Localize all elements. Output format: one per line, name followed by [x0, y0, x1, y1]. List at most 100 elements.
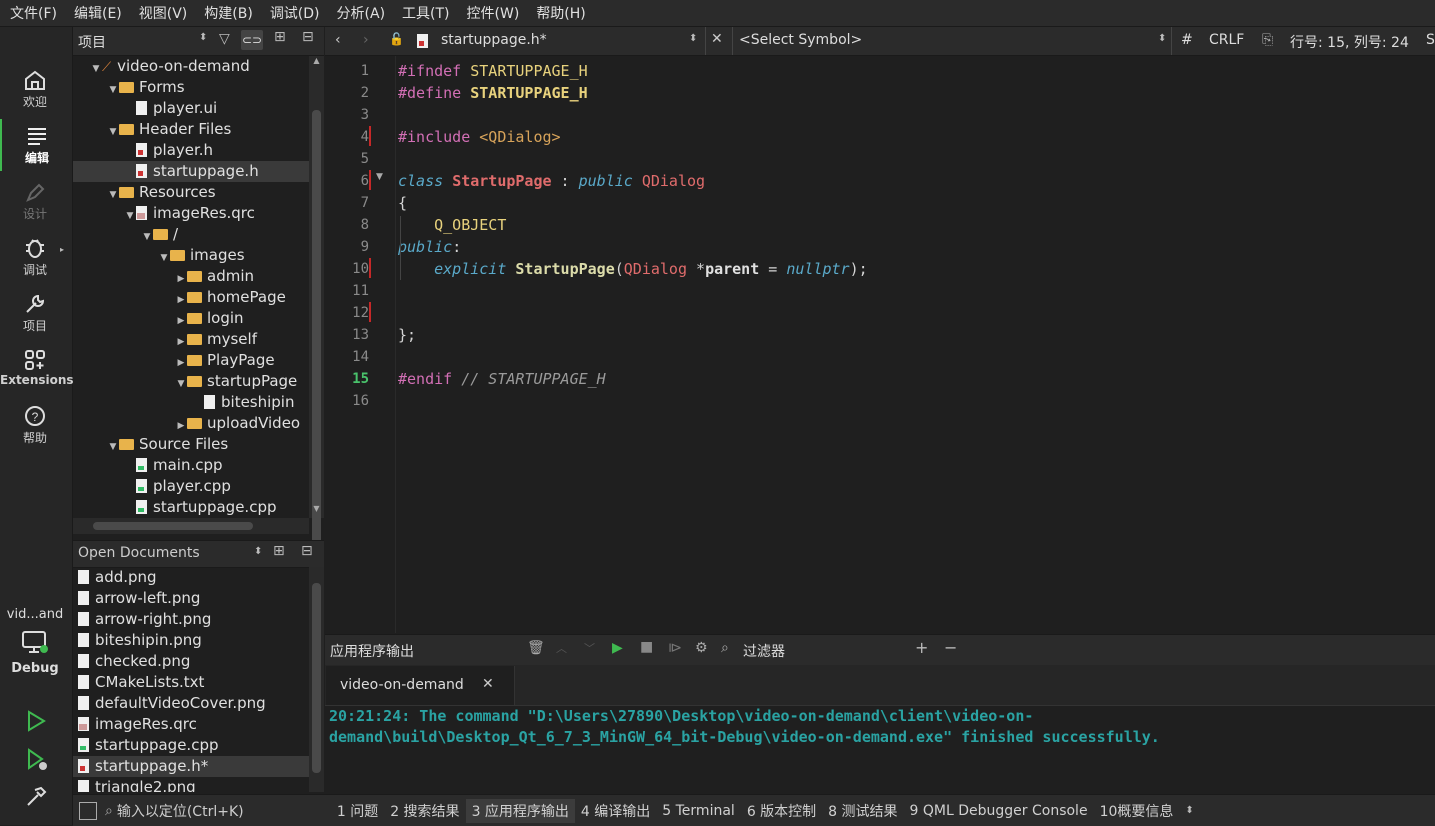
pane-tab-test-results[interactable]: 8 测试结果: [822, 799, 903, 823]
scroll-thumb[interactable]: [312, 583, 321, 773]
tree-item[interactable]: ▼ ⟋ video-on-demand: [73, 56, 309, 77]
open-document-item[interactable]: defaultVideoCover.png: [73, 693, 309, 714]
menu-debug[interactable]: 调试(D): [260, 3, 327, 23]
symbol-selector-arrows-icon[interactable]: ⬍: [1158, 33, 1166, 44]
more-tabs-arrows-icon[interactable]: ⬍: [1185, 805, 1193, 816]
tree-item[interactable]: player.cpp: [73, 476, 309, 497]
tree-item[interactable]: ▶ admin: [73, 266, 309, 287]
open-document-item[interactable]: startuppage.cpp: [73, 735, 309, 756]
attach-debugger-icon[interactable]: ⧐: [668, 640, 682, 656]
debug-run-button[interactable]: [24, 747, 50, 777]
scroll-up-icon[interactable]: ▲: [309, 56, 324, 70]
tree-item[interactable]: ▼ Header Files: [73, 119, 309, 140]
pane-tab-issues[interactable]: 1 问题: [331, 799, 384, 823]
open-document-item[interactable]: startuppage.h*: [73, 756, 309, 777]
split-icon[interactable]: ⊞: [274, 29, 286, 45]
pane-tab-summary[interactable]: 10概要信息: [1094, 799, 1180, 823]
code-editor[interactable]: #ifndef STARTUPPAGE_H #define STARTUPPAG…: [398, 56, 1435, 633]
view-selector-arrows-icon[interactable]: ⬍: [199, 32, 207, 43]
nav-back-icon[interactable]: ‹: [335, 32, 341, 48]
menu-file[interactable]: 文件(F): [0, 3, 64, 23]
encoding-icon[interactable]: ⎘: [1262, 32, 1273, 48]
pane-tab-version-control[interactable]: 6 版本控制: [741, 799, 822, 823]
pane-tab-compile-output[interactable]: 4 编译输出: [575, 799, 656, 823]
tree-item[interactable]: ▶ PlayPage: [73, 350, 309, 371]
close-file-icon[interactable]: ✕: [711, 31, 723, 47]
pane-tab-qml-debugger[interactable]: 9 QML Debugger Console: [904, 801, 1094, 821]
open-document-item[interactable]: triangle2.png: [73, 777, 309, 792]
settings-icon[interactable]: ⚙: [695, 640, 708, 656]
tree-item[interactable]: ▼ startupPage: [73, 371, 309, 392]
build-button[interactable]: [24, 785, 48, 813]
open-document-item[interactable]: biteshipin.png: [73, 630, 309, 651]
scroll-down-icon[interactable]: ▼: [309, 504, 324, 518]
tree-item[interactable]: ▼ Forms: [73, 77, 309, 98]
pane-tab-search-results[interactable]: 2 搜索结果: [384, 799, 465, 823]
pane-tab-app-output[interactable]: 3 应用程序输出: [465, 798, 575, 823]
locator-input[interactable]: 输入以定位(Ctrl+K): [117, 801, 331, 821]
close-pane-icon[interactable]: ⊟: [302, 29, 314, 45]
open-document-item[interactable]: add.png: [73, 567, 309, 588]
mode-extensions[interactable]: Extensions: [0, 343, 74, 395]
filter-icon[interactable]: ▽: [219, 31, 230, 47]
link-icon[interactable]: ⊂⊃: [241, 30, 263, 50]
nav-forward-icon[interactable]: ›: [363, 32, 369, 48]
project-tree-hscrollbar[interactable]: [73, 518, 309, 534]
run-button[interactable]: [24, 709, 48, 737]
open-document-item[interactable]: arrow-left.png: [73, 588, 309, 609]
tree-item[interactable]: ▶ uploadVideo: [73, 413, 309, 434]
mode-design[interactable]: 设计: [0, 175, 70, 227]
open-documents-scrollbar[interactable]: [309, 567, 324, 792]
tree-item[interactable]: ▼ images: [73, 245, 309, 266]
open-document-item[interactable]: checked.png: [73, 651, 309, 672]
split-icon[interactable]: ⊞: [273, 543, 285, 559]
mode-help[interactable]: ? 帮助: [0, 399, 70, 451]
tree-item[interactable]: player.h: [73, 140, 309, 161]
tree-item[interactable]: player.ui: [73, 98, 309, 119]
tree-item[interactable]: ▶ login: [73, 308, 309, 329]
menu-tools[interactable]: 工具(T): [392, 3, 456, 23]
open-document-item[interactable]: imageRes.qrc: [73, 714, 309, 735]
open-document-item[interactable]: arrow-right.png: [73, 609, 309, 630]
tree-item[interactable]: ▼ /: [73, 224, 309, 245]
menu-view[interactable]: 视图(V): [129, 3, 195, 23]
open-document-item[interactable]: CMakeLists.txt: [73, 672, 309, 693]
tree-item[interactable]: ▼ Resources: [73, 182, 309, 203]
menu-analyze[interactable]: 分析(A): [327, 3, 393, 23]
add-icon[interactable]: +: [915, 638, 928, 657]
mode-welcome[interactable]: 欢迎: [0, 63, 70, 115]
stop-icon[interactable]: ■: [640, 639, 653, 655]
kit-selector[interactable]: Debug: [0, 629, 70, 685]
pane-tab-terminal[interactable]: 5 Terminal: [656, 801, 741, 821]
output-tab[interactable]: video-on-demand ✕: [326, 666, 515, 705]
minus-icon[interactable]: −: [944, 638, 957, 657]
scroll-thumb[interactable]: [312, 110, 321, 550]
file-selector-arrows-icon[interactable]: ⬍: [689, 33, 697, 44]
next-icon[interactable]: ﹀: [584, 640, 595, 656]
prev-icon[interactable]: ︿: [556, 640, 567, 656]
clear-icon[interactable]: 🗑: [527, 640, 545, 656]
tree-item[interactable]: ▼ imageRes.qrc: [73, 203, 309, 224]
menu-widgets[interactable]: 控件(W): [457, 3, 527, 23]
menu-build[interactable]: 构建(B): [194, 3, 260, 23]
menu-help[interactable]: 帮助(H): [526, 3, 592, 23]
cursor-position[interactable]: 行号: 15, 列号: 24: [1290, 32, 1409, 52]
mode-debug[interactable]: 调试 ▸: [0, 231, 70, 283]
hash-indicator[interactable]: #: [1181, 32, 1193, 48]
tree-item[interactable]: biteshipin: [73, 392, 309, 413]
mode-projects[interactable]: 项目: [0, 287, 70, 339]
symbol-selector[interactable]: <Select Symbol>: [739, 32, 862, 48]
tree-item[interactable]: startuppage.h: [73, 161, 309, 182]
mode-edit[interactable]: 编辑: [0, 119, 72, 171]
project-tree-scrollbar[interactable]: ▲ ▼: [309, 56, 324, 550]
close-tab-icon[interactable]: ✕: [482, 676, 494, 692]
tree-item[interactable]: ▶ homePage: [73, 287, 309, 308]
filter-input[interactable]: 过滤器: [743, 641, 785, 661]
current-file-name[interactable]: startuppage.h*: [441, 32, 547, 48]
line-ending-selector[interactable]: CRLF: [1209, 32, 1244, 48]
hscroll-thumb[interactable]: [93, 522, 253, 530]
fold-arrow-icon[interactable]: ▼: [376, 172, 383, 182]
toggle-sidebar-icon[interactable]: [79, 801, 97, 820]
tree-item[interactable]: ▶ myself: [73, 329, 309, 350]
tree-item[interactable]: ▼ Source Files: [73, 434, 309, 455]
